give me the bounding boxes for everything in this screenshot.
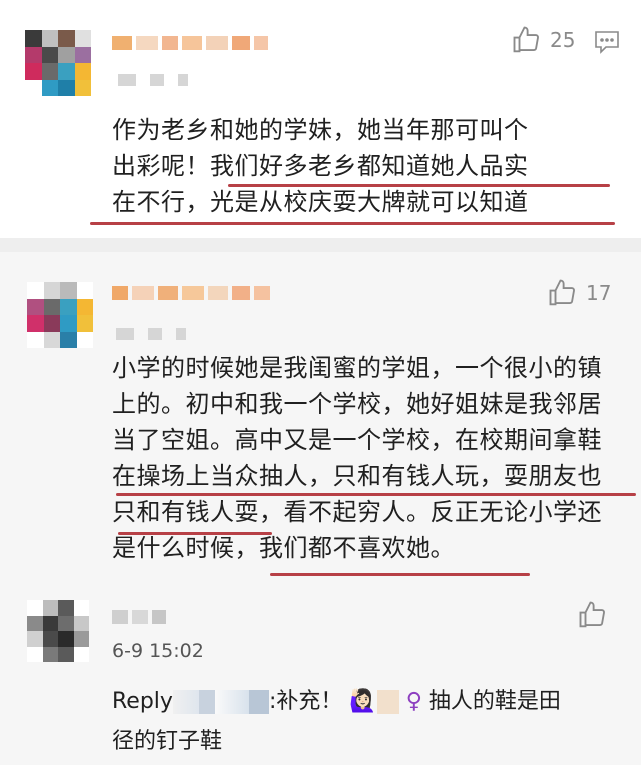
thumbs-up-icon [549, 279, 575, 306]
comment-line: 是什么时候，我们都不喜欢她。 [112, 534, 455, 562]
comment-line: 在操场上当众抽人，只和有钱人玩，耍朋友也 [112, 462, 602, 490]
comment-line: 上的。初中和我一个学校，她好姐妹是我邻居 [112, 390, 602, 418]
blurred-username[interactable] [172, 690, 199, 714]
comment-line: 作为老乡和她的学妹，她当年那可叫个 [112, 116, 529, 144]
meta-blurred [118, 74, 188, 86]
comment-icon [595, 31, 619, 54]
underline-annotation [270, 573, 530, 576]
reply-text: Reply :补充！ 🙋🏻‍♀️ ♀ 抽人的鞋是田 径的钉子鞋 [112, 682, 622, 762]
comment-card-2: 17 小学的时候她是我闺蜜的学姐，一个很小的镇 上的。初中和我一个学校，她好姐妹… [0, 252, 641, 582]
username-blurred[interactable] [112, 286, 270, 300]
underline-annotation [118, 532, 272, 535]
comment-line: 只和有钱人耍，看不起穷人。反正无论小学还 [112, 498, 602, 526]
underline-annotation [90, 222, 615, 225]
thumbs-up-icon [579, 601, 605, 628]
reply-text-part: :补充！ [268, 689, 343, 714]
underline-annotation [228, 184, 610, 187]
comment-line: 小学的时候她是我闺蜜的学姐，一个很小的镇 [112, 354, 602, 382]
avatar[interactable] [25, 30, 91, 96]
like-button[interactable]: 25 [512, 25, 575, 55]
thumbs-up-icon [513, 26, 539, 53]
meta-blurred [116, 328, 186, 340]
like-count: 17 [586, 281, 612, 305]
like-count: 25 [550, 28, 576, 52]
comment-line: 当了空姐。高中又是一个学校，在校期间拿鞋 [112, 426, 602, 454]
like-button[interactable] [578, 600, 608, 634]
female-sign-icon: ♀ [405, 689, 422, 714]
comment-card-1: 25 作为老乡和她的学妹，她当年那可叫个 出彩呢！我们好多老乡都知道她人品实 在… [0, 0, 641, 238]
username-blurred[interactable] [112, 610, 166, 624]
blurred-emoji [376, 690, 399, 714]
username-blurred[interactable] [112, 36, 268, 50]
comment-line: 在不行，光是从校庆耍大牌就可以知道 [112, 188, 529, 216]
blurred-username[interactable] [198, 690, 215, 714]
underline-annotation [116, 493, 636, 496]
avatar[interactable] [27, 282, 93, 348]
blurred-username[interactable] [214, 690, 249, 714]
reply-text-part: 抽人的鞋是田 [428, 689, 561, 714]
like-button[interactable]: 17 [548, 278, 611, 308]
reply-text-part: 径的钉子鞋 [112, 729, 223, 754]
comment-line: 出彩呢！我们好多老乡都知道她人品实 [112, 152, 529, 180]
reply-prefix: Reply [112, 689, 173, 714]
comment-text: 作为老乡和她的学妹，她当年那可叫个 出彩呢！我们好多老乡都知道她人品实 在不行，… [112, 112, 622, 220]
avatar[interactable] [27, 600, 89, 662]
raising-hand-emoji: 🙋🏻‍♀️ [349, 689, 377, 714]
blurred-username[interactable] [248, 690, 269, 714]
reply-timestamp: 6-9 15:02 [112, 640, 204, 662]
comment-button[interactable] [594, 30, 620, 58]
